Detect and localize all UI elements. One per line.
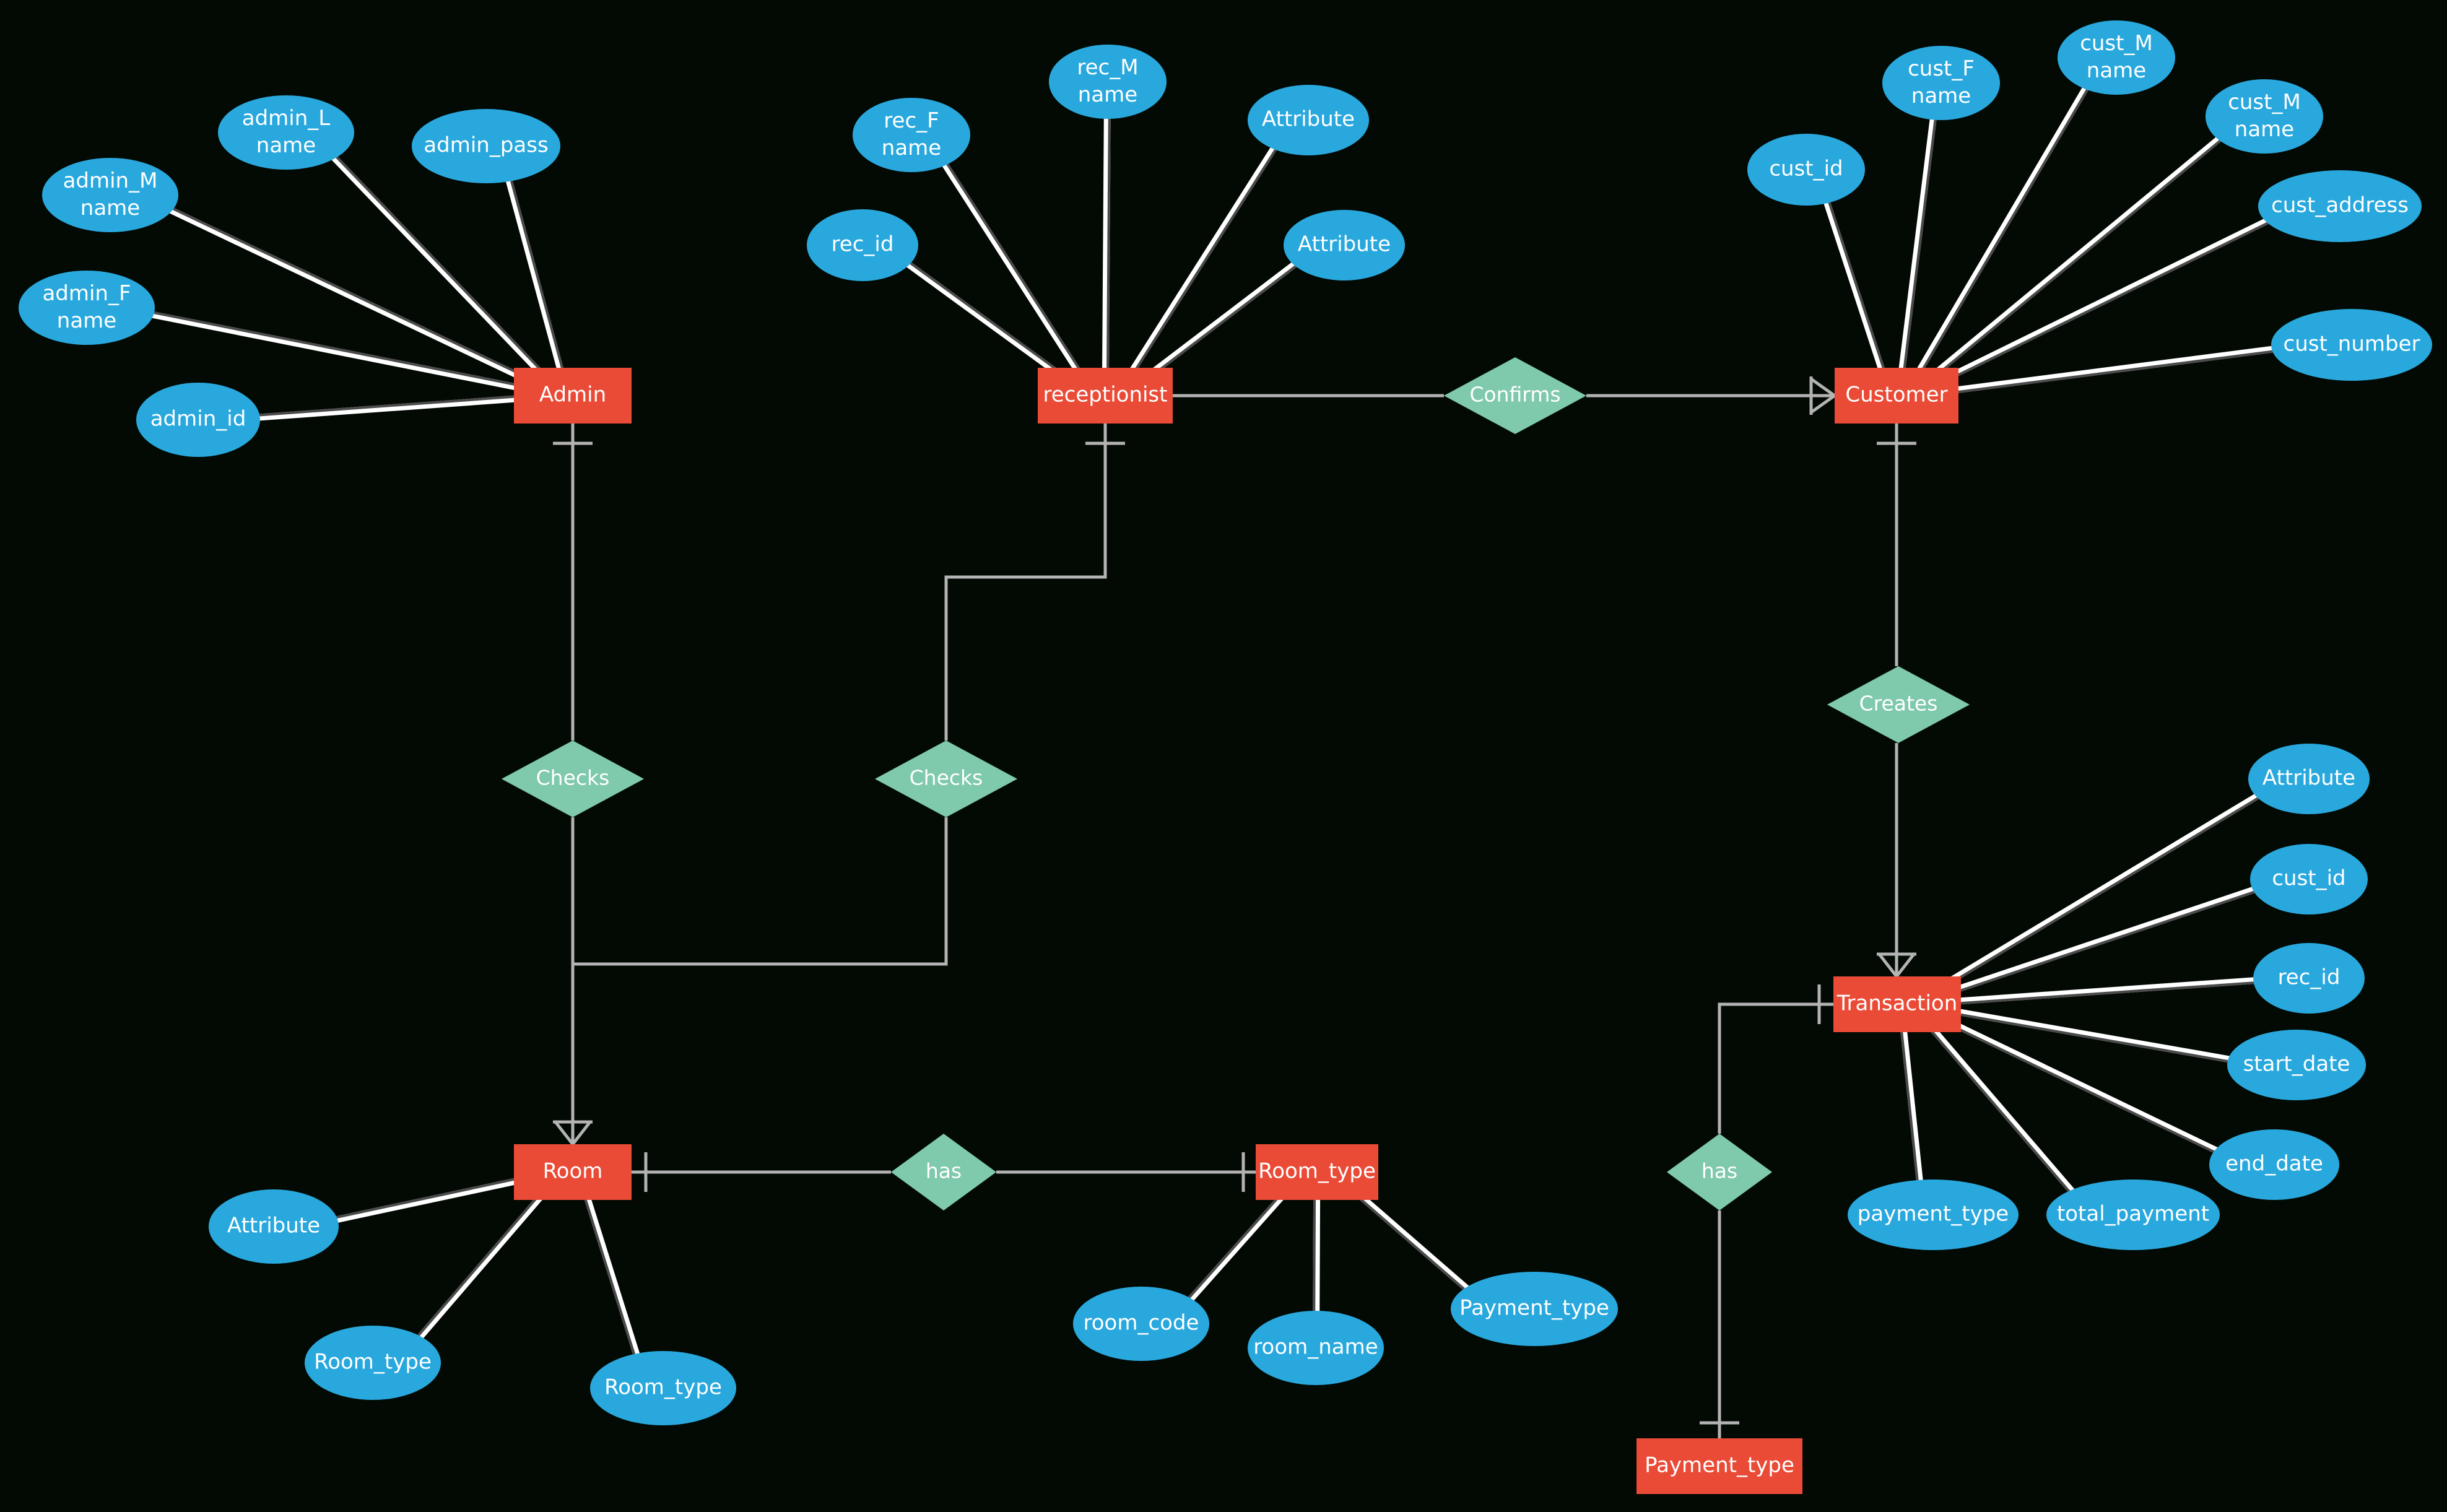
attribute-rec-f-name-6[interactable]: rec_F name (853, 98, 970, 172)
relationship-label-has_payment: has (1702, 1159, 1737, 1183)
attribute-admin-l-name-1[interactable]: admin_L name (218, 95, 354, 170)
entity-room_type[interactable]: Room_type (1256, 1144, 1378, 1200)
attribute-label-room-type-24: Room_type (314, 1350, 432, 1375)
attribute-room-code-26[interactable]: room_code (1073, 1287, 1209, 1361)
attribute-admin-f-name-3[interactable]: admin_F name (19, 271, 155, 345)
relationship-label-confirms: Confirms (1469, 383, 1560, 407)
attribute-label-cust-id-10: cust_id (1769, 157, 1843, 181)
attribute-label-attribute-9: Attribute (1298, 232, 1391, 257)
attribute-label-room-name-27: room_name (1253, 1335, 1378, 1360)
attribute-admin-m-name-0[interactable]: admin_M name (42, 158, 178, 232)
entity-label-payment_type: Payment_type (1645, 1453, 1794, 1478)
entity-room[interactable]: Room (514, 1144, 632, 1200)
attribute-label-cust-id-17: cust_id (2272, 866, 2345, 891)
attribute-label-room-type-25: Room_type (604, 1375, 722, 1400)
relationship-label-checks_reception: Checks (910, 766, 983, 790)
attribute-label-end-date-20: end_date (2225, 1152, 2323, 1176)
relationship-label-checks_admin: Checks (536, 766, 610, 790)
entity-label-room: Room (543, 1159, 603, 1184)
attribute-label-attribute-8: Attribute (1262, 107, 1355, 132)
attribute-label-attribute-23: Attribute (227, 1214, 320, 1238)
attr-link-room-name-27-halo (1313, 1193, 1321, 1314)
entity-receptionist[interactable]: receptionist (1038, 368, 1173, 424)
entity-customer[interactable]: Customer (1835, 368, 1958, 424)
entity-label-receptionist: receptionist (1043, 383, 1168, 407)
attribute-room-type-25[interactable]: Room_type (590, 1351, 736, 1425)
attribute-payment-type-28[interactable]: Payment_type (1451, 1272, 1618, 1346)
attribute-admin-pass-2[interactable]: admin_pass (412, 109, 560, 183)
attribute-room-name-27[interactable]: room_name (1248, 1311, 1384, 1385)
attribute-label-payment-type-22: payment_type (1858, 1202, 2009, 1227)
attribute-label-admin-id-4: admin_id (150, 407, 246, 432)
attribute-label-cust-number-15: cust_number (2284, 332, 2420, 357)
attribute-label-total-payment-21: total_payment (2057, 1202, 2209, 1227)
entity-label-customer: Customer (1845, 383, 1947, 407)
attribute-cust-m-name-13[interactable]: cust_M name (2206, 79, 2323, 154)
er-diagram-canvas: Confirms Checks Checks Creates has has admin_M… (0, 0, 2447, 1512)
attribute-rec-id-18[interactable]: rec_id (2253, 943, 2365, 1014)
attribute-label-attribute-16: Attribute (2262, 766, 2355, 791)
attr-link-room-name-27 (1313, 1193, 1316, 1314)
attribute-cust-m-name-12[interactable]: cust_M name (2058, 20, 2175, 95)
attribute-cust-address-14[interactable]: cust_address (2258, 170, 2422, 242)
attribute-end-date-20[interactable]: end_date (2209, 1129, 2339, 1200)
attribute-total-payment-21[interactable]: total_payment (2046, 1180, 2220, 1250)
attribute-cust-f-name-11[interactable]: cust_F name (1882, 46, 2000, 120)
attribute-label-admin-pass-2: admin_pass (424, 133, 548, 158)
attr-link-rec-m-name-7 (1106, 116, 1111, 375)
attribute-label-rec-id-18: rec_id (2278, 965, 2341, 990)
entity-label-admin: Admin (539, 383, 606, 407)
attribute-cust-id-10[interactable]: cust_id (1747, 134, 1865, 206)
attribute-label-payment-type-28: Payment_type (1459, 1296, 1609, 1321)
attribute-label-cust-address-14: cust_address (2271, 193, 2409, 218)
attribute-attribute-9[interactable]: Attribute (1284, 210, 1405, 280)
attribute-label-room-code-26: room_code (1084, 1311, 1199, 1336)
relationship-label-creates: Creates (1859, 692, 1938, 716)
attribute-attribute-8[interactable]: Attribute (1248, 85, 1369, 155)
attribute-payment-type-22[interactable]: payment_type (1848, 1180, 2019, 1250)
attribute-admin-id-4[interactable]: admin_id (136, 383, 260, 457)
attribute-label-rec-id-5: rec_id (832, 232, 894, 257)
attribute-attribute-23[interactable]: Attribute (209, 1189, 339, 1264)
entity-admin[interactable]: Admin (514, 368, 632, 424)
attribute-cust-number-15[interactable]: cust_number (2271, 309, 2432, 381)
attribute-rec-m-name-7[interactable]: rec_M name (1049, 45, 1167, 119)
relationship-label-has_room: has (926, 1159, 962, 1183)
attribute-attribute-16[interactable]: Attribute (2248, 744, 2370, 814)
entity-label-room_type: Room_type (1258, 1159, 1376, 1184)
attribute-rec-id-5[interactable]: rec_id (807, 209, 918, 281)
attribute-start-date-19[interactable]: start_date (2227, 1030, 2366, 1100)
attribute-label-start-date-19: start_date (2243, 1052, 2350, 1077)
attribute-room-type-24[interactable]: Room_type (305, 1326, 441, 1400)
attribute-cust-id-17[interactable]: cust_id (2250, 844, 2368, 915)
entity-payment_type[interactable]: Payment_type (1636, 1438, 1802, 1494)
entity-transaction[interactable]: Transaction (1833, 976, 1961, 1032)
entity-label-transaction: Transaction (1836, 991, 1958, 1016)
